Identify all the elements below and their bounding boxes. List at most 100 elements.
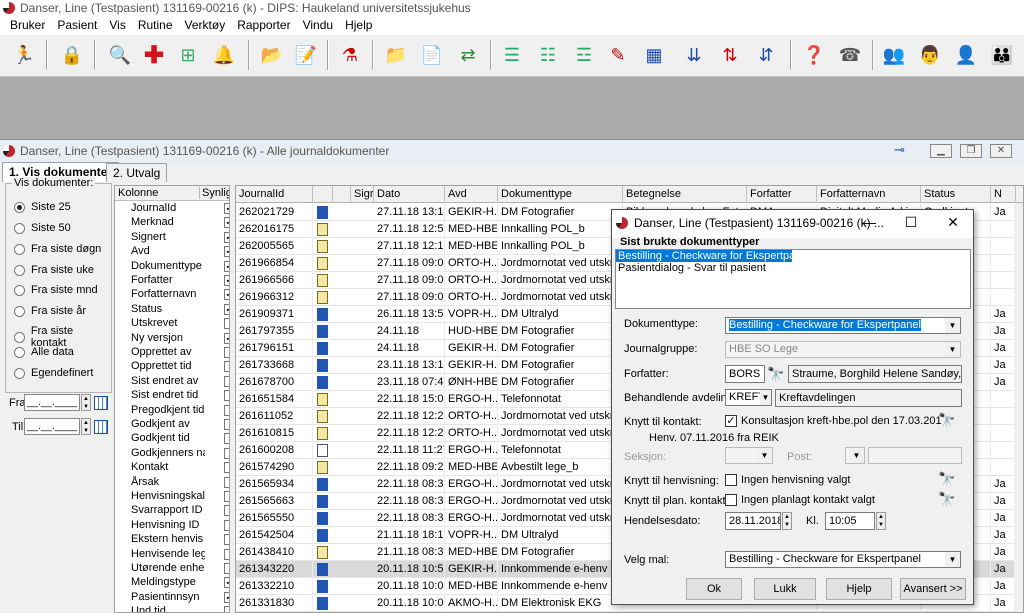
column-chooser-row[interactable]: Sist endret av bbox=[131, 375, 229, 389]
col-merknad[interactable] bbox=[333, 186, 351, 203]
column-visible-checkbox[interactable]: ✓ bbox=[224, 260, 229, 272]
hendelsesdato-spinner[interactable]: ▲ ▼ bbox=[782, 512, 792, 530]
chevron-down-icon[interactable]: ▼ bbox=[945, 342, 960, 357]
column-chooser-row[interactable]: Avd ✓ bbox=[131, 245, 229, 259]
column-chooser-row[interactable]: Und.tid bbox=[131, 605, 229, 612]
column-chooser-row[interactable]: Henvisende leg bbox=[131, 548, 229, 562]
dokumenttype-select[interactable]: Bestilling - Checkware for Ekspertpanel … bbox=[725, 317, 961, 334]
column-chooser-row[interactable]: JournalId ✓ bbox=[131, 202, 229, 216]
col-forfatternavn[interactable]: Forfatternavn bbox=[817, 186, 921, 203]
col-avd[interactable]: Avd bbox=[445, 186, 498, 203]
column-visible-checkbox[interactable]: ✓ bbox=[224, 591, 229, 603]
exit-icon[interactable]: 🏃 bbox=[8, 38, 40, 72]
col-betegnelse[interactable]: Betegnelse bbox=[623, 186, 747, 203]
column-chooser-row[interactable]: Pregodkjent tid bbox=[131, 404, 229, 418]
radio-indicator[interactable] bbox=[14, 284, 25, 296]
recent-type-item[interactable]: Pasientdialog - Svar til pasient bbox=[616, 262, 970, 274]
doctor-2-icon[interactable]: 👨 bbox=[914, 38, 946, 72]
column-visible-checkbox[interactable] bbox=[224, 447, 229, 459]
plan-search-icon[interactable]: 🔭 bbox=[937, 490, 957, 508]
column-chooser-row[interactable]: Utørende enhe bbox=[131, 562, 229, 576]
chevron-down-icon[interactable]: ▼ bbox=[849, 448, 864, 463]
forfatter-search-icon[interactable]: 🔭 bbox=[766, 365, 786, 383]
pasient-folder-icon[interactable]: 📂 bbox=[256, 38, 288, 72]
maximize-button[interactable]: ❐ bbox=[960, 144, 982, 158]
col-journalid[interactable]: JournalId bbox=[236, 186, 313, 203]
folder-open-icon[interactable]: 📁 bbox=[380, 38, 412, 72]
column-chooser-row[interactable]: Opprettet tid bbox=[131, 360, 229, 374]
tab-utvalg[interactable]: 2. Utvalg bbox=[106, 163, 168, 182]
menu-rutine[interactable]: Rutine bbox=[132, 17, 179, 35]
column-visible-checkbox[interactable] bbox=[224, 361, 229, 373]
recent-types-list[interactable]: Bestilling - Checkware for Ekspertpanel … bbox=[615, 249, 971, 309]
column-chooser-row[interactable]: Signert ✓ bbox=[131, 231, 229, 245]
column-visible-checkbox[interactable] bbox=[224, 404, 229, 416]
help-icon[interactable]: ❓ bbox=[798, 38, 830, 72]
column-chooser-row[interactable]: Kontakt bbox=[131, 461, 229, 475]
red-cross-icon[interactable]: ✚ bbox=[138, 38, 170, 72]
dialog-maximize-button[interactable]: ☐ bbox=[896, 214, 926, 231]
column-visible-checkbox[interactable]: ✓ bbox=[224, 275, 229, 286]
column-chooser-row[interactable]: Forfatter ✓ bbox=[131, 274, 229, 288]
avdeling-select[interactable]: KREFT ▼ bbox=[725, 389, 772, 406]
column-visible-checkbox[interactable] bbox=[224, 419, 229, 430]
kl-input[interactable]: 10:05 bbox=[825, 512, 875, 530]
radio-indicator[interactable] bbox=[14, 367, 25, 379]
phone-icon[interactable]: ☎ bbox=[834, 38, 866, 72]
dialog-close-button[interactable]: ✕ bbox=[938, 214, 968, 231]
column-chooser-row[interactable]: Svarrapport ID bbox=[131, 504, 229, 518]
hendelsesdato-input[interactable]: 28.11.2018 bbox=[725, 512, 781, 530]
column-chooser-row[interactable]: Henvisningskal bbox=[131, 490, 229, 504]
radio-indicator[interactable] bbox=[14, 305, 25, 317]
menu-vindu[interactable]: Vindu bbox=[297, 17, 339, 35]
list-down-icon[interactable]: ☰ bbox=[496, 38, 528, 72]
column-visible-checkbox[interactable] bbox=[224, 375, 229, 387]
col-icon[interactable] bbox=[313, 186, 333, 203]
radio-indicator[interactable] bbox=[14, 243, 25, 255]
menu-vis[interactable]: Vis bbox=[103, 17, 131, 35]
column-visible-checkbox[interactable] bbox=[224, 462, 229, 474]
minimize-button[interactable]: ▁ bbox=[930, 144, 952, 158]
col-status[interactable]: Status bbox=[921, 186, 991, 203]
menu-verktoy[interactable]: Verktøy bbox=[179, 17, 232, 35]
menu-rapporter[interactable]: Rapporter bbox=[231, 17, 296, 35]
column-chooser-row[interactable]: Godkjent tid bbox=[131, 432, 229, 446]
note-icon[interactable]: 📝 bbox=[290, 38, 322, 72]
plan-checkbox[interactable] bbox=[725, 494, 737, 506]
column-chooser-row[interactable]: Merknad ✓ bbox=[131, 216, 229, 230]
radio-siste-50[interactable]: Siste 50 bbox=[14, 222, 71, 234]
menu-pasient[interactable]: Pasient bbox=[51, 17, 103, 35]
col-dokumenttype[interactable]: Dokumenttype bbox=[498, 186, 623, 203]
menu-bruker[interactable]: Bruker bbox=[4, 17, 51, 35]
til-date-input[interactable]: __.__.____ bbox=[24, 418, 80, 435]
col-signert[interactable]: Sigr bbox=[351, 186, 374, 203]
column-visible-checkbox[interactable] bbox=[224, 476, 229, 488]
fra-date-input[interactable]: __.__.____ bbox=[24, 394, 80, 411]
column-visible-checkbox[interactable] bbox=[224, 390, 229, 402]
col-dato[interactable]: Dato bbox=[374, 186, 445, 203]
kl-spinner[interactable]: ▲ ▼ bbox=[876, 512, 886, 530]
seksjon-select[interactable]: ▼ bbox=[725, 447, 773, 464]
column-visible-checkbox[interactable]: ✓ bbox=[224, 231, 229, 243]
kontakt-search-icon[interactable]: 🔭 bbox=[937, 411, 957, 429]
henvisning-checkbox[interactable] bbox=[725, 474, 737, 486]
column-visible-checkbox[interactable]: ✓ bbox=[224, 332, 229, 344]
pin-icon[interactable]: ⊸ bbox=[894, 142, 905, 158]
column-visible-checkbox[interactable]: ✓ bbox=[224, 303, 229, 315]
radio-fra-siste-dogn[interactable]: Fra siste døgn bbox=[14, 243, 101, 255]
column-visible-checkbox[interactable] bbox=[224, 534, 229, 546]
radio-indicator[interactable] bbox=[14, 264, 25, 276]
chevron-down-icon[interactable]: ▼ bbox=[945, 552, 960, 567]
doctor-3-icon[interactable]: 👤 bbox=[950, 38, 982, 72]
radio-alle-data[interactable]: Alle data bbox=[14, 346, 74, 358]
column-visible-checkbox[interactable] bbox=[224, 347, 229, 358]
column-visible-checkbox[interactable] bbox=[224, 505, 229, 517]
grid-vertical-scrollbar[interactable] bbox=[1014, 203, 1023, 612]
radio-indicator[interactable] bbox=[14, 222, 25, 234]
column-visible-checkbox[interactable] bbox=[224, 318, 229, 330]
column-chooser-row[interactable]: Godkjent av bbox=[131, 418, 229, 432]
column-chooser-row[interactable]: Henvisning ID bbox=[131, 519, 229, 533]
transfer-icon[interactable]: ⇄ bbox=[452, 38, 484, 72]
lock-icon[interactable]: 🔒 bbox=[56, 38, 88, 72]
tree-icon[interactable]: ⊞ bbox=[172, 38, 204, 72]
